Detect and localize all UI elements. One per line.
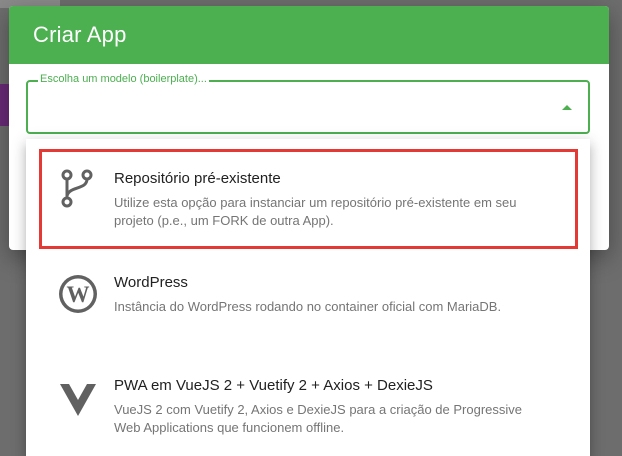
menu-item-description: VueJS 2 com Vuetify 2, Axios e DexieJS p… bbox=[114, 402, 523, 435]
wordpress-icon: W bbox=[58, 274, 98, 314]
menu-item-description: Instância do WordPress rodando no contai… bbox=[114, 299, 502, 314]
menu-item-description: Utilize esta opção para instanciar um re… bbox=[114, 195, 517, 228]
menu-item-wordpress[interactable]: W WordPress Instância do WordPress rodan… bbox=[26, 252, 590, 356]
boilerplate-select-label: Escolha um modelo (boilerplate)... bbox=[38, 73, 209, 85]
menu-item-title: Repositório pré-existente bbox=[114, 170, 281, 187]
dialog-header: Criar App bbox=[9, 6, 609, 64]
menu-item-title: WordPress bbox=[114, 274, 188, 291]
menu-item-existing-repository[interactable]: Repositório pré-existente Utilize esta o… bbox=[26, 139, 590, 252]
boilerplate-select[interactable]: Escolha um modelo (boilerplate)... bbox=[26, 73, 590, 134]
svg-text:W: W bbox=[67, 282, 90, 307]
caret-up-icon[interactable] bbox=[562, 105, 572, 110]
boilerplate-menu: Repositório pré-existente Utilize esta o… bbox=[26, 139, 590, 456]
background-sidebar-fragment bbox=[0, 84, 9, 126]
dialog-title: Criar App bbox=[33, 22, 127, 47]
source-branch-icon bbox=[58, 168, 98, 208]
menu-item-title: PWA em VueJS 2 + Vuetify 2 + Axios + Dex… bbox=[114, 377, 433, 394]
menu-item-pwa-vuejs[interactable]: PWA em VueJS 2 + Vuetify 2 + Axios + Dex… bbox=[26, 356, 590, 456]
vuetify-icon bbox=[58, 380, 98, 420]
